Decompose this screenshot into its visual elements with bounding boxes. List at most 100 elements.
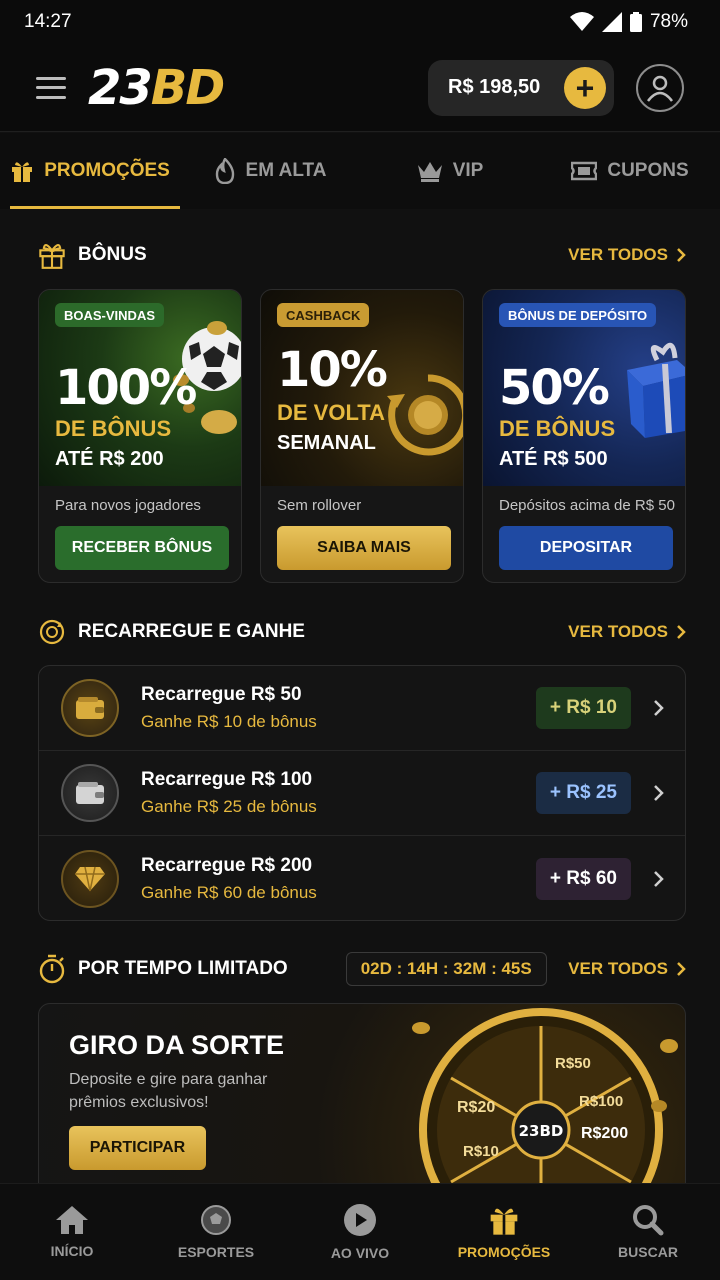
participate-button[interactable]: PARTICIPAR: [69, 1126, 206, 1170]
spin-description: Deposite e gire para ganhar prêmios excl…: [69, 1071, 268, 1111]
wheel-label: R$100: [579, 1093, 623, 1110]
tab-label: VIP: [452, 160, 484, 181]
wifi-icon: [569, 12, 594, 31]
nav-home[interactable]: INÍCIO: [0, 1184, 144, 1280]
gift-icon: [12, 162, 33, 182]
logo-white-part: 23: [88, 59, 153, 116]
tab-vip[interactable]: VIP: [360, 133, 540, 209]
chevron-right-icon: [654, 870, 664, 887]
deposit-plus-button[interactable]: +: [564, 66, 606, 109]
bonus-card-deposit[interactable]: BÔNUS DE DEPÓSITO 50% DE BÔNUS ATÉ R$ 50…: [482, 289, 686, 583]
recharge-section-header: RECARREGUE E GANHE VER TODOS: [38, 617, 686, 647]
see-all-label: VER TODOS: [568, 959, 668, 978]
balance-value: R$ 198,50: [448, 76, 541, 98]
chevron-right-icon: [677, 248, 686, 262]
see-all-label: VER TODOS: [568, 245, 668, 264]
countdown-timer: 02D : 14H : 32M : 45S: [345, 952, 547, 986]
tab-label: PROMOÇÕES: [44, 160, 170, 181]
fire-icon: [215, 158, 234, 184]
chevron-right-icon: [677, 962, 686, 976]
card-percent: 10%: [277, 342, 388, 398]
list-item-subtitle: Ganhe R$ 10 de bônus: [141, 712, 317, 731]
nav-label: PROMOÇÕES: [457, 1244, 551, 1260]
refresh-coin-icon: [39, 619, 65, 645]
card-description: Sem rollover: [277, 497, 362, 514]
category-tabs: PROMOÇÕES EM ALTA VIP CUPONS: [0, 133, 720, 209]
chevron-right-icon: [654, 785, 664, 801]
soccer-ball-icon: [201, 1205, 231, 1235]
card-description: Depósitos acima de R$ 50: [499, 497, 675, 514]
card-line2: ATÉ R$ 200: [55, 448, 164, 470]
bonus-badge: + R$ 25: [535, 772, 631, 814]
search-icon: [633, 1205, 664, 1236]
bonus-card-welcome[interactable]: BOAS-VINDAS 100% DE BÔNUS ATÉ R$ 200 Par…: [38, 289, 242, 583]
recharge-list: Recarregue R$ 50 Ganhe R$ 10 de bônus + …: [38, 665, 686, 921]
list-item-title: Recarregue R$ 50: [141, 684, 302, 705]
card-percent: 50%: [499, 360, 610, 416]
see-all-limited-link[interactable]: VER TODOS: [568, 959, 686, 979]
see-all-bonus-link[interactable]: VER TODOS: [568, 245, 686, 265]
nav-label: ESPORTES: [177, 1244, 255, 1260]
list-item-text: Recarregue R$ 50 Ganhe R$ 10 de bônus: [141, 684, 317, 732]
tab-em-alta[interactable]: EM ALTA: [180, 133, 360, 209]
list-item-subtitle: Ganhe R$ 25 de bônus: [141, 797, 317, 816]
limited-section-header: POR TEMPO LIMITADO 02D : 14H : 32M : 45S…: [38, 952, 686, 986]
chevron-right-icon: [677, 625, 686, 639]
wheel-label: R$200: [581, 1125, 628, 1142]
nav-label: BUSCAR: [618, 1244, 678, 1260]
list-item[interactable]: Recarregue R$ 50 Ganhe R$ 10 de bônus + …: [39, 666, 685, 751]
nav-promotions[interactable]: PROMOÇÕES: [432, 1184, 576, 1280]
nav-label: AO VIVO: [330, 1245, 390, 1261]
gift-icon: [39, 243, 65, 269]
learn-more-button[interactable]: SAIBA MAIS: [277, 526, 451, 570]
nav-sports[interactable]: ESPORTES: [144, 1184, 288, 1280]
wallet-icon: [61, 764, 119, 822]
see-all-recharge-link[interactable]: VER TODOS: [568, 622, 686, 642]
nav-label: INÍCIO: [50, 1243, 94, 1259]
cashback-coin-icon: [387, 374, 463, 456]
wheel-label: R$50: [555, 1055, 591, 1072]
section-title: BÔNUS: [78, 244, 147, 265]
wheel-label: R$10: [463, 1143, 499, 1160]
list-item-title: Recarregue R$ 200: [141, 854, 313, 876]
card-line1: DE BÔNUS: [55, 416, 172, 441]
stopwatch-icon: [39, 954, 65, 984]
lucky-spin-card[interactable]: 23BD R$50 R$100 R$200 R$20 R$10 GIRO DA …: [38, 1003, 686, 1203]
battery-level: 78%: [649, 11, 688, 32]
tab-promocoes[interactable]: PROMOÇÕES: [0, 133, 180, 209]
card-art: BOAS-VINDAS 100% DE BÔNUS ATÉ R$ 200: [39, 290, 241, 486]
wheel-center-label: 23BD: [519, 1122, 564, 1140]
signal-icon: [601, 12, 622, 32]
tab-label: EM ALTA: [245, 160, 327, 181]
card-line2: SEMANAL: [277, 432, 376, 454]
nav-live[interactable]: AO VIVO: [288, 1184, 432, 1280]
bonus-cards: BOAS-VINDAS 100% DE BÔNUS ATÉ R$ 200 Par…: [38, 289, 686, 583]
gift-icon: [490, 1208, 518, 1235]
card-line1: DE BÔNUS: [499, 416, 616, 441]
list-item[interactable]: Recarregue R$ 200 Ganhe R$ 60 de bônus +…: [39, 836, 685, 920]
card-description: Para novos jogadores: [55, 497, 201, 514]
list-item-subtitle: Ganhe R$ 60 de bônus: [141, 882, 317, 902]
app-header: 23BD R$ 198,50 +: [0, 44, 720, 132]
bonus-badge: + R$ 10: [535, 687, 631, 729]
deposit-button[interactable]: DEPOSITAR: [499, 526, 673, 570]
card-tag: BOAS-VINDAS: [55, 303, 165, 327]
list-item[interactable]: Recarregue R$ 100 Ganhe R$ 25 de bônus +…: [39, 751, 685, 836]
chevron-right-icon: [654, 700, 664, 716]
balance-pill[interactable]: R$ 198,50 +: [428, 59, 614, 116]
list-item-text: Recarregue R$ 200 Ganhe R$ 60 de bônus: [141, 855, 317, 903]
ticket-icon: [571, 161, 598, 181]
wheel-label: R$20: [457, 1099, 495, 1116]
bonus-card-cashback[interactable]: CASHBACK 10% DE VOLTA SEMANAL Sem rollov…: [260, 289, 464, 583]
user-icon[interactable]: [636, 63, 684, 112]
card-percent: 100%: [55, 360, 197, 416]
bottom-navigation: INÍCIO ESPORTES AO VIVO PROMOÇÕES BUSCAR: [0, 1183, 720, 1280]
battery-icon: [629, 12, 642, 32]
tab-cupons[interactable]: CUPONS: [540, 133, 720, 209]
prize-wheel-icon: 23BD R$50 R$100 R$200 R$20 R$10: [412, 1008, 678, 1202]
menu-icon[interactable]: [36, 76, 66, 99]
receive-bonus-button[interactable]: RECEBER BÔNUS: [55, 526, 229, 570]
nav-search[interactable]: BUSCAR: [576, 1184, 720, 1280]
bonus-section-header: BÔNUS VER TODOS: [38, 240, 686, 270]
logo[interactable]: 23BD: [88, 59, 225, 116]
